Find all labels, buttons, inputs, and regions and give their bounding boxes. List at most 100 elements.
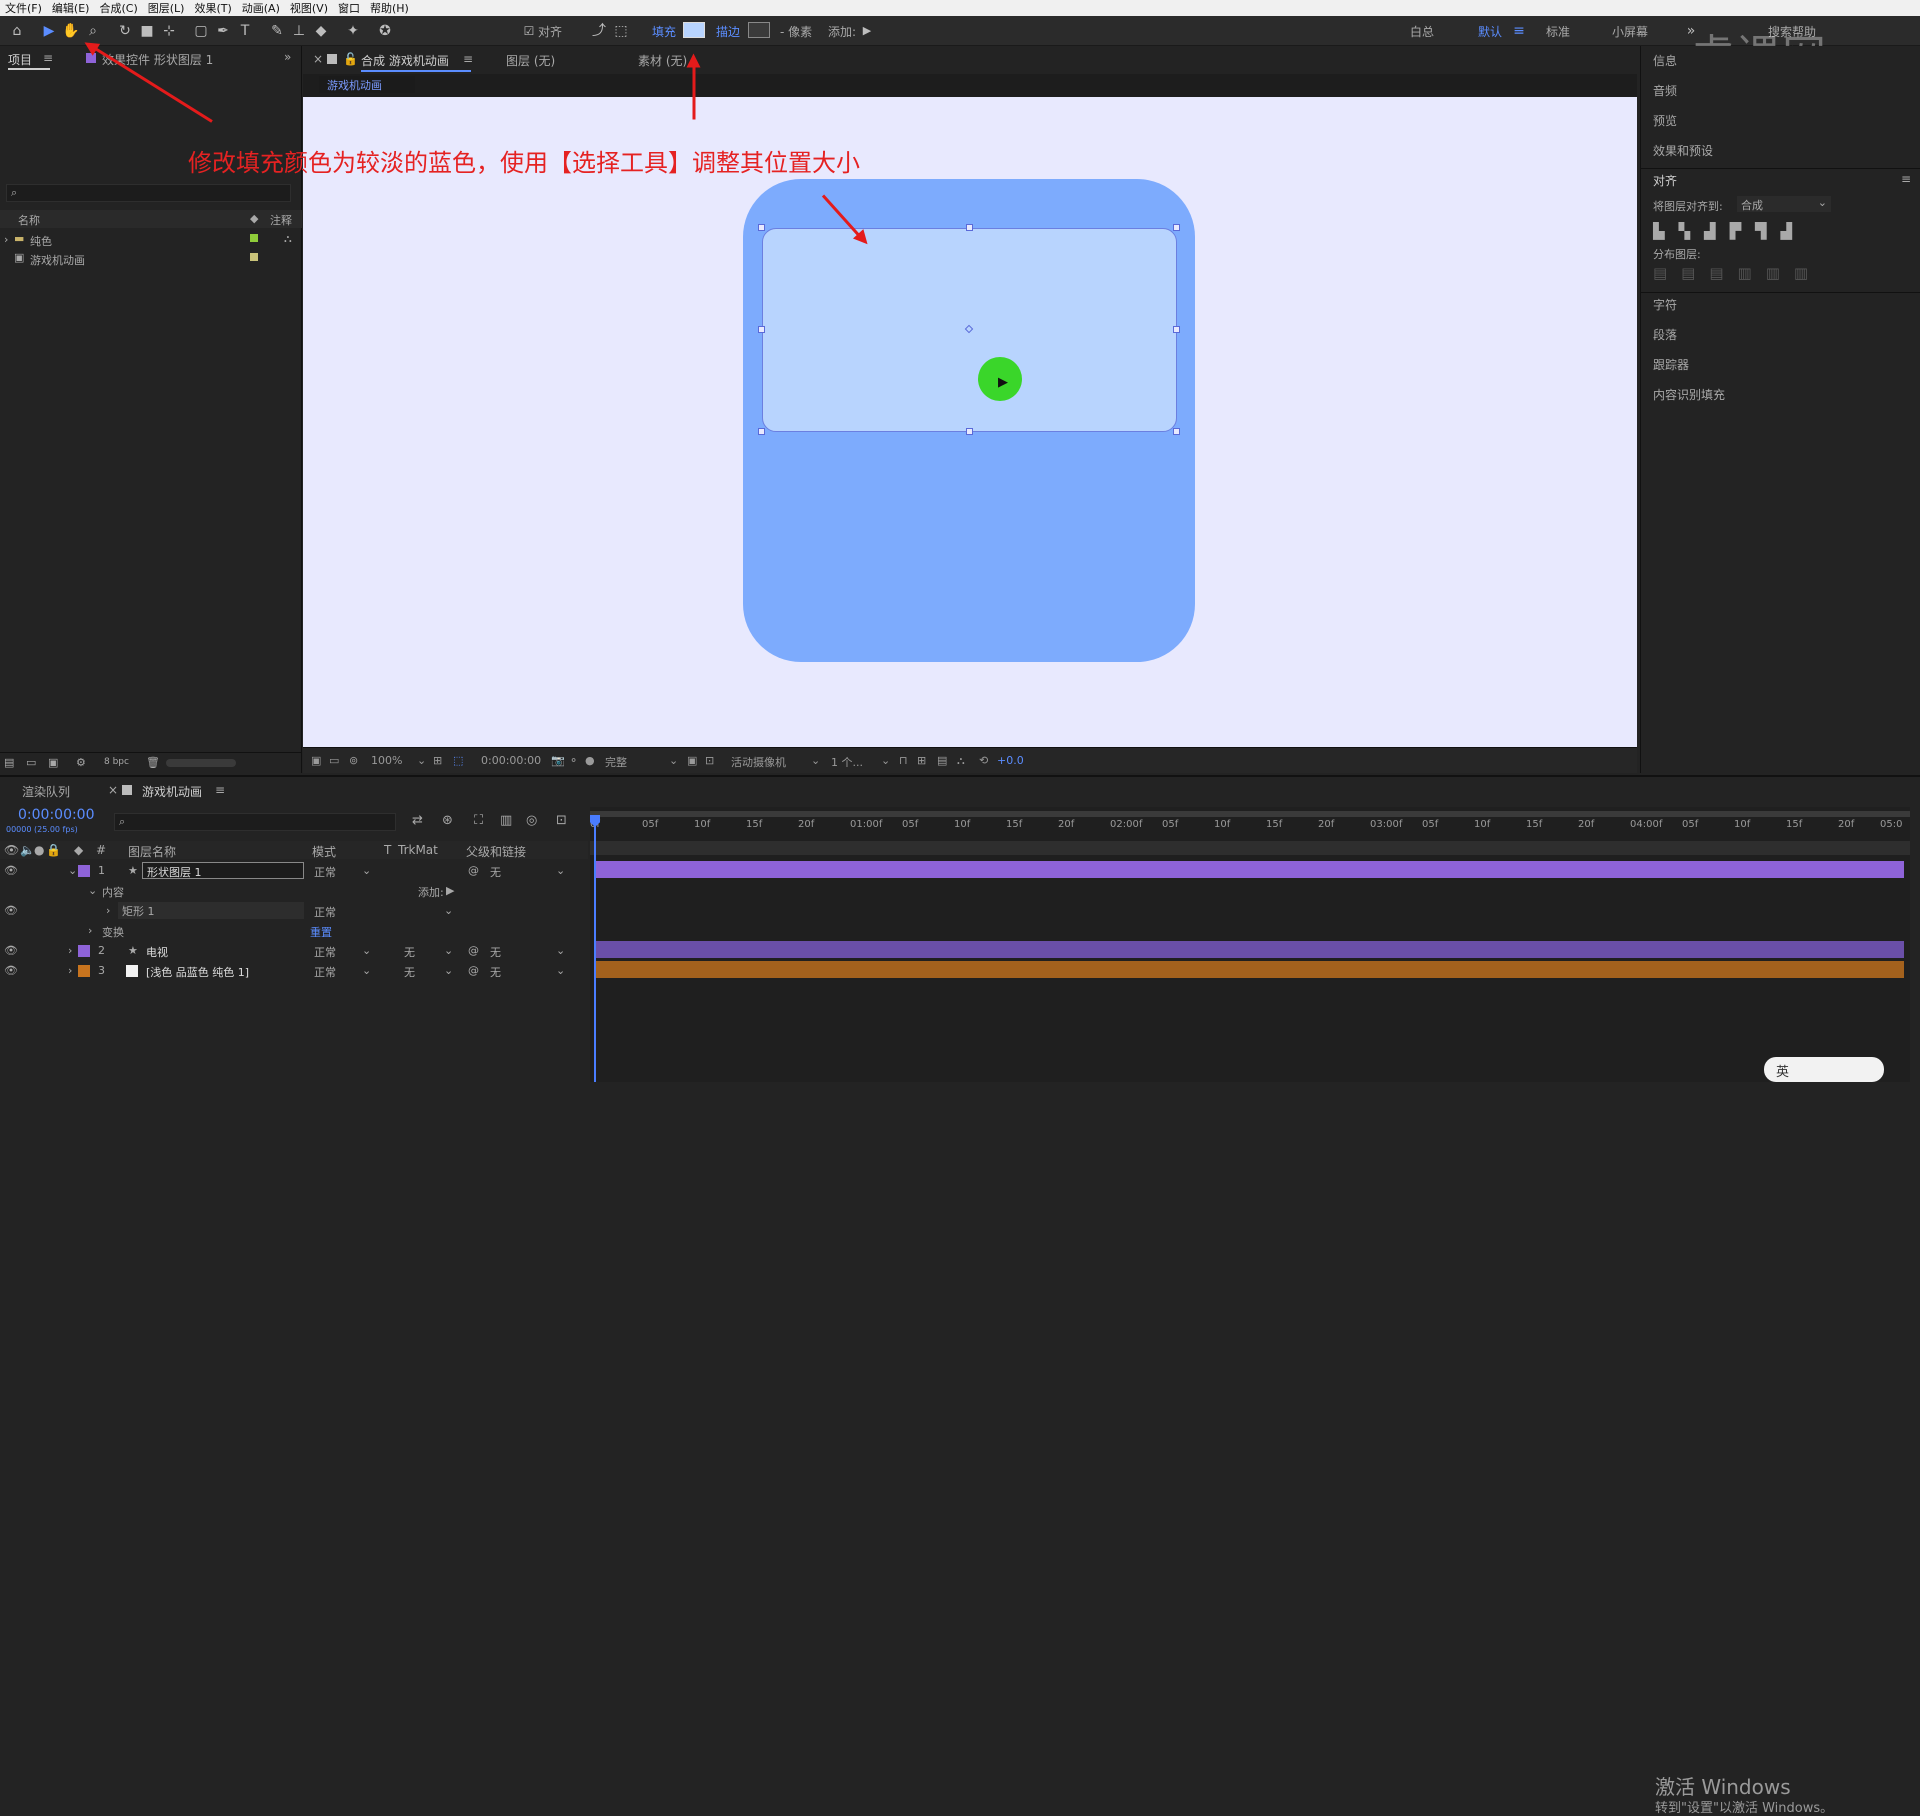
layer-row-2[interactable]: 👁 › 2 ★ 电视 正常 ⌄ 无 ⌄ @ 无 ⌄ [0,941,588,961]
menu-layer[interactable]: 图层(L) [143,0,190,16]
col-mode[interactable]: 模式 [312,843,336,860]
timeline-search-input[interactable]: ⌕ [114,813,396,831]
chevron-right-icon[interactable]: › [4,233,8,246]
label-color-swatch[interactable] [250,253,258,261]
layer-trkmat[interactable]: 无 [404,964,415,980]
chevron-down-icon[interactable]: ⌄ [556,864,565,877]
rectangle-tool-icon[interactable]: ▢ [192,22,210,40]
col-comment[interactable]: 注释 [270,212,292,228]
settings-icon[interactable]: ⚙ [76,756,86,769]
monitor-icon[interactable]: ▭ [329,754,339,767]
pickwhip-icon[interactable]: @ [468,964,479,977]
mask-icon[interactable]: ⊚ [349,754,358,767]
align-checkbox-icon[interactable]: ☑ [520,22,538,40]
menu-composition[interactable]: 合成(C) [94,0,142,16]
resolution-select[interactable]: 完整 [605,754,627,770]
close-icon[interactable]: × [313,52,323,66]
layer-parent[interactable]: 无 [490,864,501,880]
workspace-small-screen[interactable]: 小屏幕 [1612,23,1648,40]
motion-blur-icon[interactable]: ◎ [526,813,537,828]
guides-icon[interactable]: ⊡ [705,754,714,767]
distribute-buttons-icon[interactable]: ▤▤▤▥▥▥ [1653,264,1822,282]
anchor-tool-icon[interactable]: ⊹ [160,22,178,40]
region-icon[interactable]: ⬚ [453,754,463,767]
exposure-reset-icon[interactable]: ⟲ [979,754,988,767]
bit-depth[interactable]: 8 bpc [104,757,129,767]
layer-row-3[interactable]: 👁 › 3 [浅色 品蓝色 纯色 1] 正常 ⌄ 无 ⌄ @ 无 ⌄ [0,961,588,981]
graph-editor-icon[interactable]: ⊡ [556,813,567,828]
comp-breadcrumb[interactable]: 游戏机动画 [319,76,415,93]
selection-tool-icon[interactable]: ▶ [40,22,58,40]
label-color-swatch[interactable] [250,234,258,242]
tab-footage[interactable]: 素材 (无) [638,52,687,69]
eraser-tool-icon[interactable]: ◆ [312,22,330,40]
trash-icon[interactable]: 🗑 [146,756,160,769]
resize-handle-top[interactable] [966,224,973,231]
tab-menu-icon[interactable]: ≡ [43,51,53,65]
fast-preview-icon[interactable]: ⊞ [917,754,926,767]
pen-tool-icon[interactable]: ✒ [214,22,232,40]
chevron-right-icon[interactable]: › [106,904,110,917]
menu-view[interactable]: 视图(V) [285,0,333,16]
chevron-down-icon[interactable]: ⌄ [881,754,890,767]
camera-tool-icon[interactable]: ■ [138,22,156,40]
channel-icon[interactable]: ● [585,754,595,767]
panel-effects-presets[interactable]: 效果和预设 [1653,142,1713,159]
workspace-white[interactable]: 白总 [1410,23,1434,40]
layer-name-field[interactable]: 形状图层 1 [142,862,304,879]
layer-mode[interactable]: 正常 [314,964,336,980]
visibility-icon[interactable]: 👁 [4,944,18,957]
shy-icon[interactable]: ⛶ [474,813,483,828]
chevron-right-icon[interactable]: › [88,924,92,937]
col-trkmat[interactable]: TrkMat [398,843,438,857]
layer-parent[interactable]: 无 [490,964,501,980]
rotate-tool-icon[interactable]: ↻ [116,22,134,40]
chevron-down-icon[interactable]: ⌄ [669,754,678,767]
panel-content-aware-fill[interactable]: 内容识别填充 [1653,386,1725,403]
layer-bar-1[interactable] [594,861,1904,878]
current-time[interactable]: 0:00:00:00 [481,754,541,767]
rectangle-blend-mode[interactable]: 正常 [314,904,336,920]
tab-project[interactable]: 项目 [8,51,32,68]
exposure-value[interactable]: +0.0 [997,754,1024,767]
roto-tool-icon[interactable]: ✦ [344,22,362,40]
layer-label-swatch[interactable] [78,965,90,977]
tab-layer[interactable]: 图层 (无) [506,52,555,69]
zoom-level[interactable]: 100% [371,754,402,767]
transparency-grid-icon[interactable]: ▣ [687,754,697,767]
align-buttons-icon[interactable]: ▙▚▟▛▜▟ [1653,222,1806,240]
chevron-down-icon[interactable]: ⌄ [811,754,820,767]
pixel-aspect-icon[interactable]: ⊓ [899,754,908,767]
chevron-down-icon[interactable]: ⌄ [362,864,371,877]
close-icon[interactable]: × [108,783,118,797]
snapshot-icon[interactable]: 📷 [551,754,565,767]
resize-handle-left[interactable] [758,326,765,333]
list-item[interactable]: › ▬ 纯色 ⛬ [0,230,302,248]
timeline-icon[interactable]: ▤ [937,754,947,767]
menu-effect[interactable]: 效果(T) [189,0,236,16]
flowchart-icon[interactable]: ⛬ [284,232,292,246]
workspace-standard[interactable]: 标准 [1546,23,1570,40]
solo-icon[interactable]: ● [34,843,44,857]
chevron-down-icon[interactable]: ⌄ [556,944,565,957]
resize-handle-bottom[interactable] [966,428,973,435]
stroke-label[interactable]: 描边 [716,23,740,40]
chevron-down-icon[interactable]: ⌄ [362,964,371,977]
snap-edges-icon[interactable]: ⬚ [612,22,630,40]
views-select[interactable]: 1 个... [831,754,863,770]
chevron-down-icon[interactable]: ⌄ [444,964,453,977]
timecode[interactable]: 0:00:00:00 [18,807,95,823]
panel-align-title[interactable]: 对齐 [1653,172,1677,189]
hand-tool-icon[interactable]: ✋ [62,22,80,40]
panel-tracker[interactable]: 跟踪器 [1653,356,1689,373]
property-row-transform[interactable]: › 变换 重置 [0,921,588,941]
resize-handle-bottom-right[interactable] [1173,428,1180,435]
tab-menu-icon[interactable]: ≡ [463,52,473,66]
layer-mode[interactable]: 正常 [314,864,336,880]
camera-select[interactable]: 活动摄像机 [731,754,786,770]
visibility-icon[interactable]: 👁 [4,964,18,977]
menu-animation[interactable]: 动画(A) [237,0,285,16]
pickwhip-icon[interactable]: @ [468,944,479,957]
panel-character[interactable]: 字符 [1653,296,1677,313]
resize-handle-right[interactable] [1173,326,1180,333]
